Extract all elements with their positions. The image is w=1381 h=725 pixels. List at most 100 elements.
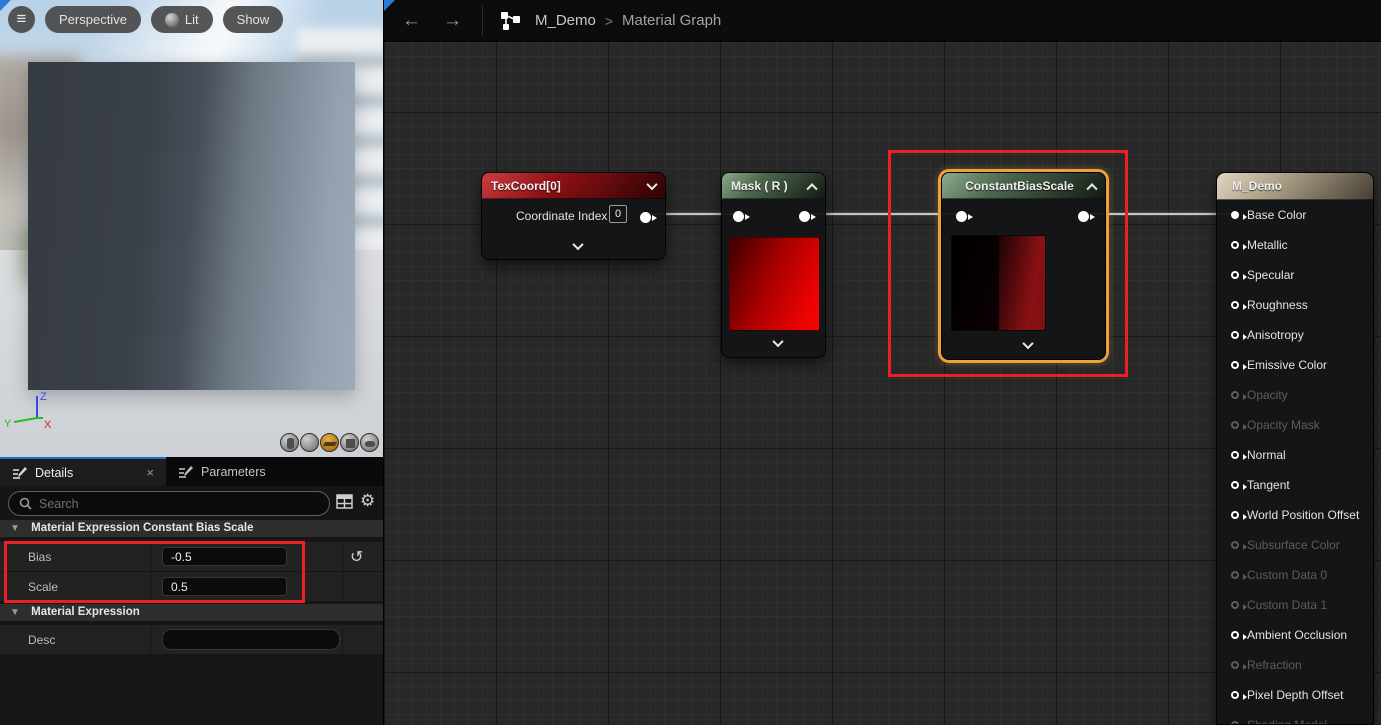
output-pin-label: Base Color [1247, 208, 1306, 222]
search-input[interactable] [39, 497, 279, 511]
column-divider[interactable] [150, 625, 151, 655]
forward-arrow-button[interactable]: → [443, 10, 462, 32]
search-box[interactable] [8, 491, 330, 516]
output-pin-row[interactable]: Refraction [1217, 650, 1373, 680]
output-pin-row[interactable]: Custom Data 0 [1217, 560, 1373, 590]
output-pin-label: Shading Model [1247, 718, 1327, 725]
lit-mode-button[interactable]: Lit [151, 6, 213, 33]
output-pin-row[interactable]: Tangent [1217, 470, 1373, 500]
output-pin-row[interactable]: Shading Model [1217, 710, 1373, 725]
chevron-down-icon[interactable] [1022, 338, 1033, 349]
header-divider [482, 6, 483, 36]
details-tabbar: Details × Parameters [0, 457, 383, 486]
output-pin-row[interactable]: Specular [1217, 260, 1373, 290]
section-header-constant-bias-scale[interactable]: ▼ Material Expression Constant Bias Scal… [0, 520, 383, 537]
output-pin-row[interactable]: Opacity Mask [1217, 410, 1373, 440]
output-pin-icon[interactable] [1231, 481, 1239, 489]
section-header-material-expression[interactable]: ▼ Material Expression [0, 604, 383, 621]
output-pin-icon[interactable] [1231, 421, 1239, 429]
bias-input[interactable] [162, 547, 287, 566]
tab-parameters[interactable]: Parameters [166, 457, 278, 486]
output-pin-row[interactable]: Subsurface Color [1217, 530, 1373, 560]
reset-to-default-icon[interactable]: ↺ [350, 547, 363, 567]
texcoord-output-pin[interactable] [640, 212, 651, 223]
material-preview-viewport[interactable]: ≡ Perspective Lit Show Z Y X [0, 0, 383, 457]
cbs-output-pin[interactable] [1078, 211, 1089, 222]
node-mask-r[interactable]: Mask ( R ) [721, 172, 826, 358]
desc-input[interactable] [162, 629, 340, 650]
chevron-down-icon[interactable] [646, 178, 657, 189]
output-pin-icon[interactable] [1231, 361, 1239, 369]
breadcrumb-asset-name[interactable]: M_Demo [535, 12, 596, 29]
breadcrumb-graph-name[interactable]: Material Graph [622, 12, 721, 29]
tab-details[interactable]: Details × [0, 457, 166, 486]
svg-text:Y: Y [4, 418, 12, 430]
output-pin-icon[interactable] [1231, 211, 1239, 219]
preview-shape-cylinder-button[interactable] [280, 433, 299, 452]
close-tab-icon[interactable]: × [146, 465, 154, 480]
output-pin-row[interactable]: Roughness [1217, 290, 1373, 320]
node-mdemo-header[interactable]: M_Demo [1217, 173, 1373, 200]
output-pin-icon[interactable] [1231, 571, 1239, 579]
output-pin-row[interactable]: Opacity [1217, 380, 1373, 410]
cbs-input-pin[interactable] [956, 211, 967, 222]
column-divider[interactable] [150, 572, 151, 602]
back-arrow-button[interactable]: ← [402, 10, 421, 32]
output-pin-row[interactable]: Anisotropy [1217, 320, 1373, 350]
lit-sphere-icon [165, 13, 179, 27]
breadcrumb-separator-icon: > [605, 13, 613, 29]
preview-shape-cube-button[interactable] [340, 433, 359, 452]
output-pin-icon[interactable] [1231, 601, 1239, 609]
output-pin-icon[interactable] [1231, 391, 1239, 399]
output-pin-icon[interactable] [1231, 541, 1239, 549]
output-pin-row[interactable]: Normal [1217, 440, 1373, 470]
coordinate-index-label: Coordinate Index [516, 209, 607, 223]
output-pin-icon[interactable] [1231, 241, 1239, 249]
preview-shape-sphere-button[interactable] [300, 433, 319, 452]
node-mask-header[interactable]: Mask ( R ) [722, 173, 825, 199]
output-pin-icon[interactable] [1231, 691, 1239, 699]
output-pin-icon[interactable] [1231, 301, 1239, 309]
output-pin-icon[interactable] [1231, 631, 1239, 639]
chevron-down-icon[interactable] [572, 239, 583, 250]
chevron-up-icon[interactable] [1086, 183, 1097, 194]
scale-input[interactable] [162, 577, 287, 596]
output-pin-row[interactable]: Ambient Occlusion [1217, 620, 1373, 650]
output-pin-label: Pixel Depth Offset [1247, 688, 1344, 702]
output-pin-icon[interactable] [1231, 271, 1239, 279]
material-graph-canvas[interactable]: TexCoord[0] Coordinate Index 0 Mask ( R … [383, 0, 1381, 725]
output-pin-row[interactable]: Custom Data 1 [1217, 590, 1373, 620]
output-pin-row[interactable]: Pixel Depth Offset [1217, 680, 1373, 710]
mask-output-pin[interactable] [799, 211, 810, 222]
chevron-down-icon[interactable] [772, 336, 783, 347]
collapse-triangle-icon: ▼ [10, 523, 20, 534]
mask-input-pin[interactable] [733, 211, 744, 222]
output-pin-row[interactable]: Base Color [1217, 200, 1373, 230]
output-pin-icon[interactable] [1231, 661, 1239, 669]
column-divider [342, 625, 343, 655]
node-cbs-header[interactable]: ConstantBiasScale [942, 173, 1105, 199]
column-divider[interactable] [150, 542, 151, 572]
output-pin-row[interactable]: Metallic [1217, 230, 1373, 260]
preview-shape-teapot-button[interactable] [360, 433, 379, 452]
coordinate-index-value[interactable]: 0 [609, 205, 627, 223]
output-pin-row[interactable]: World Position Offset [1217, 500, 1373, 530]
viewport-menu-button[interactable]: ≡ [8, 6, 35, 33]
chevron-up-icon[interactable] [806, 183, 817, 194]
output-pin-row[interactable]: Emissive Color [1217, 350, 1373, 380]
output-pin-label: Ambient Occlusion [1247, 628, 1347, 642]
display-filter-icon[interactable] [336, 494, 353, 509]
node-constantbiasscale[interactable]: ConstantBiasScale [941, 172, 1106, 360]
node-material-output[interactable]: M_Demo Base Color Metallic [1216, 172, 1374, 725]
output-pin-icon[interactable] [1231, 721, 1239, 725]
show-button[interactable]: Show [223, 6, 284, 33]
node-texcoord-header[interactable]: TexCoord[0] [482, 173, 665, 199]
node-title: ConstantBiasScale [951, 179, 1088, 193]
output-pin-icon[interactable] [1231, 451, 1239, 459]
perspective-button[interactable]: Perspective [45, 6, 141, 33]
output-pin-icon[interactable] [1231, 331, 1239, 339]
gear-icon[interactable]: ⚙ [360, 491, 375, 511]
preview-shape-plane-button[interactable] [320, 433, 339, 452]
node-texcoord[interactable]: TexCoord[0] Coordinate Index 0 [481, 172, 666, 260]
output-pin-icon[interactable] [1231, 511, 1239, 519]
